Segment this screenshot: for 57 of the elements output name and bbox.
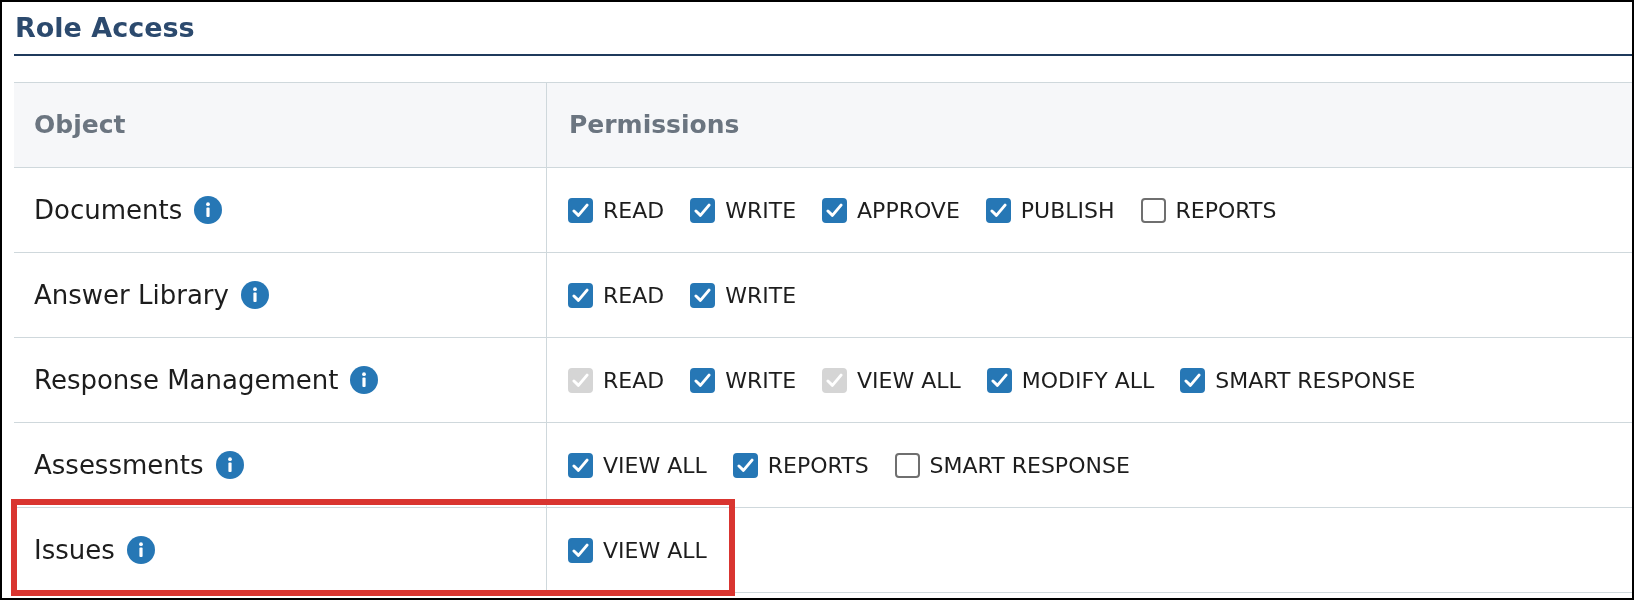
checkbox-label: REPORTS <box>767 451 869 480</box>
info-icon[interactable] <box>126 536 155 564</box>
checkbox-label: WRITE <box>725 281 797 310</box>
checkbox-label: SMART RESPONSE <box>929 451 1130 480</box>
column-header: Permissions <box>569 109 740 142</box>
column-header: Object <box>34 109 126 142</box>
checkbox-label: READ <box>603 366 665 395</box>
checkbox[interactable] <box>690 197 716 223</box>
checkbox-label: WRITE <box>725 366 797 395</box>
check-icon <box>694 202 712 218</box>
check-icon <box>989 202 1007 218</box>
checkbox-label: WRITE <box>725 196 797 225</box>
checkbox[interactable] <box>822 197 848 223</box>
checkbox[interactable] <box>894 452 920 478</box>
checkbox-label: MODIFY ALL <box>1021 366 1155 395</box>
object-name: Documents <box>34 193 183 227</box>
info-icon[interactable] <box>194 196 223 224</box>
checkbox-label: READ <box>603 196 665 225</box>
checkbox[interactable] <box>568 452 593 478</box>
checkbox-label: SMART RESPONSE <box>1215 366 1416 395</box>
checkbox[interactable] <box>1180 367 1206 393</box>
checkbox[interactable] <box>568 282 593 308</box>
object-name: Response Management <box>34 363 339 397</box>
section-title: Role Access <box>15 10 195 45</box>
checkbox-label: VIEW ALL <box>603 536 707 565</box>
checkbox[interactable] <box>568 197 593 223</box>
check-icon <box>694 287 712 303</box>
checkbox[interactable] <box>690 367 716 393</box>
checkbox-label: REPORTS <box>1175 196 1277 225</box>
info-icon[interactable] <box>350 366 379 394</box>
check-icon <box>1184 372 1202 388</box>
checkbox[interactable] <box>568 537 593 563</box>
info-icon[interactable] <box>215 451 244 479</box>
checkbox[interactable] <box>1140 197 1166 223</box>
checkbox-label: APPROVE <box>857 196 960 225</box>
checkbox[interactable] <box>985 197 1011 223</box>
object-name: Issues <box>34 533 115 567</box>
object-name: Assessments <box>34 448 204 482</box>
check-icon <box>572 372 589 388</box>
checkbox[interactable] <box>986 367 1012 393</box>
check-icon <box>694 372 712 388</box>
check-icon <box>736 457 754 473</box>
checkbox-label: VIEW ALL <box>603 451 707 480</box>
check-icon <box>572 287 589 303</box>
info-icon[interactable] <box>240 281 269 309</box>
checkbox-label: READ <box>603 281 665 310</box>
check-icon <box>826 202 844 218</box>
check-icon <box>572 202 589 218</box>
checkbox[interactable] <box>690 282 716 308</box>
checkbox-label: PUBLISH <box>1020 196 1115 225</box>
check-icon <box>826 372 844 388</box>
check-icon <box>990 372 1008 388</box>
object-name: Answer Library <box>34 278 229 312</box>
check-icon <box>572 542 589 558</box>
checkbox[interactable] <box>732 452 758 478</box>
checkbox-label: VIEW ALL <box>857 366 961 395</box>
check-icon <box>572 457 589 473</box>
